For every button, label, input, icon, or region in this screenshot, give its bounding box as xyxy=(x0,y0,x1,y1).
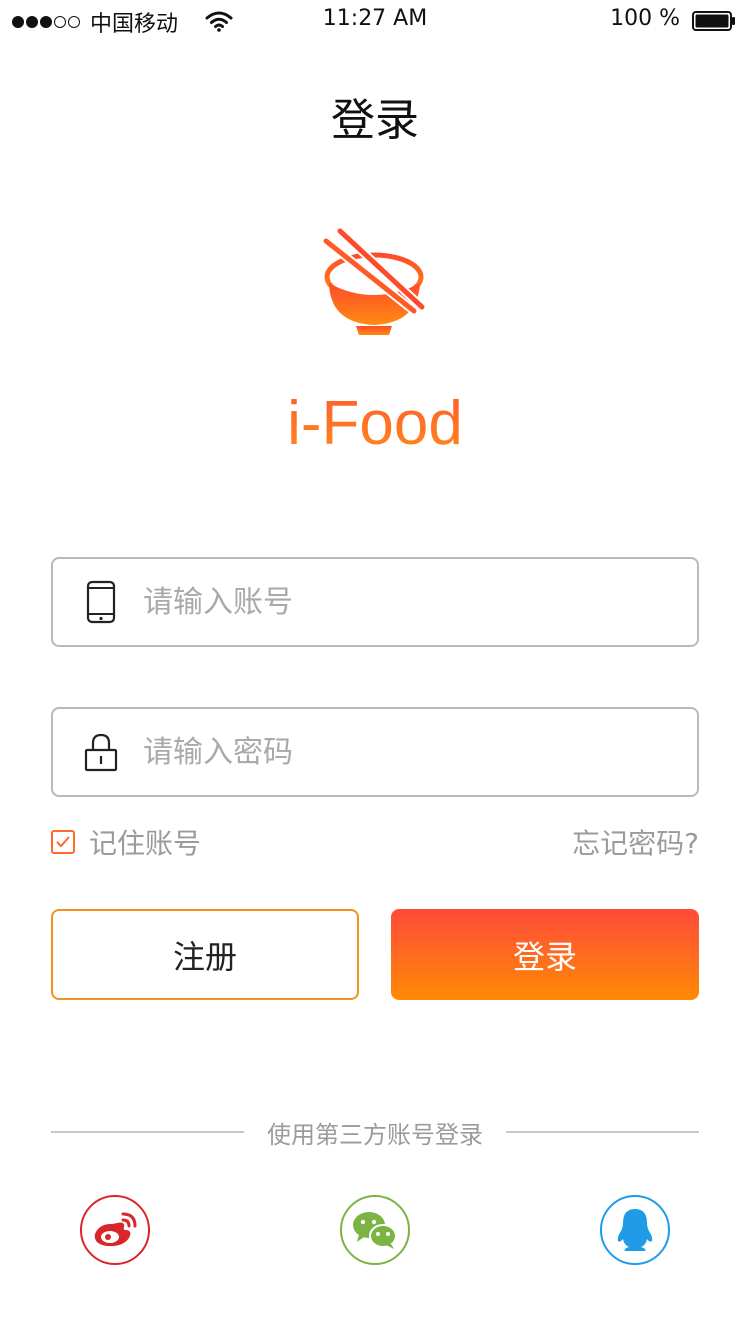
qq-login-button[interactable] xyxy=(600,1195,670,1265)
register-button[interactable]: 注册 xyxy=(51,909,359,1000)
battery-percentage: 100 % xyxy=(610,6,680,31)
qq-icon xyxy=(617,1209,653,1251)
wechat-icon xyxy=(353,1212,397,1249)
account-input[interactable] xyxy=(141,583,665,621)
weibo-login-button[interactable] xyxy=(80,1195,150,1265)
forgot-password-link[interactable]: 忘记密码? xyxy=(572,822,699,862)
remember-label: 记住账号 xyxy=(89,827,202,860)
status-bar: 中国移动 11:27 AM 100 % xyxy=(0,0,750,40)
account-field[interactable] xyxy=(51,557,699,647)
weibo-icon xyxy=(94,1212,137,1247)
page-title: 登录 xyxy=(331,95,419,146)
password-input[interactable] xyxy=(141,733,665,771)
divider xyxy=(506,1131,699,1133)
checkmark-icon xyxy=(56,836,70,848)
wechat-login-button[interactable] xyxy=(340,1195,410,1265)
lock-icon xyxy=(83,728,119,776)
login-button[interactable]: 登录 xyxy=(391,909,699,1000)
remember-account[interactable]: 记住账号 xyxy=(51,822,201,862)
phone-icon xyxy=(83,578,119,626)
battery-icon xyxy=(692,11,735,31)
bowl-chopsticks-icon xyxy=(321,226,427,335)
brand-name: i-Food xyxy=(0,388,750,459)
password-field[interactable] xyxy=(51,707,699,797)
remember-checkbox[interactable] xyxy=(51,830,75,854)
